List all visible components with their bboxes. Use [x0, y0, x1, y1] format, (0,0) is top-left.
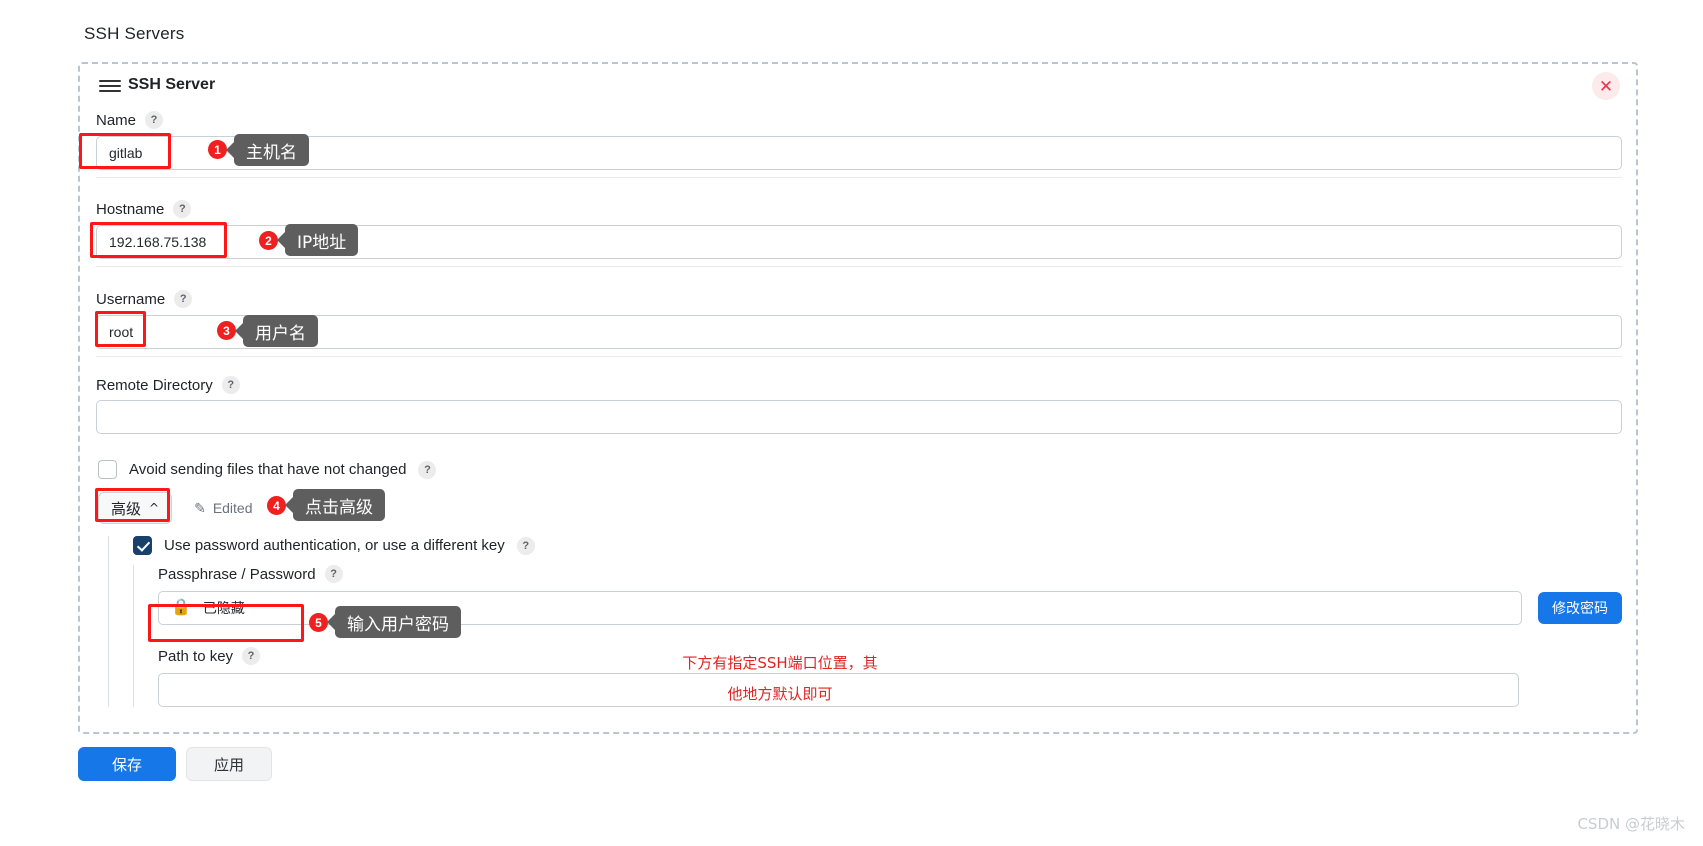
lock-icon: 🔒 [171, 599, 191, 616]
hostname-help-icon[interactable]: ? [173, 200, 192, 218]
path-to-key-label-text: Path to key [158, 647, 234, 665]
use-password-auth-help-icon[interactable]: ? [516, 536, 535, 555]
page-title: SSH Servers [84, 24, 185, 43]
annotation-callout-4: 点击高级 [285, 489, 385, 521]
advanced-toggle-label: 高级 [111, 499, 142, 518]
panel-header: SSH Server ✕ [80, 64, 1636, 112]
divider-2 [96, 266, 1622, 267]
ssh-server-panel: SSH Server ✕ Name ? Hostname ? Username … [78, 62, 1638, 734]
save-button[interactable]: 保存 [78, 747, 176, 781]
change-password-button[interactable]: 修改密码 [1538, 592, 1622, 624]
hostname-label-text: Hostname [96, 200, 165, 218]
username-input[interactable] [96, 315, 1622, 349]
divider-1 [96, 177, 1622, 178]
watermark: CSDN @花晓木 [1577, 815, 1685, 833]
use-password-auth-checkbox[interactable] [133, 536, 152, 555]
pencil-icon: ✎ [194, 499, 206, 516]
annotation-callout-2: IP地址 [276, 224, 359, 256]
avoid-sending-checkbox[interactable] [98, 460, 117, 479]
close-icon[interactable]: ✕ [1592, 72, 1620, 100]
hamburger-icon[interactable] [99, 77, 121, 95]
passphrase-help-icon[interactable]: ? [324, 565, 343, 583]
annotation-callout-3: 用户名 [235, 315, 318, 347]
avoid-sending-help-icon[interactable]: ? [418, 460, 437, 479]
remote-directory-help-icon[interactable]: ? [221, 376, 240, 394]
username-label: Username ? [96, 290, 193, 308]
annotation-badge-5: 5 [309, 613, 328, 632]
use-password-auth-label: Use password authentication, or use a di… [164, 537, 505, 554]
red-note: 下方有指定SSH端口位置，其 他地方默认即可 [660, 648, 900, 710]
advanced-toggle-button[interactable]: 高级 ^ [98, 492, 173, 524]
use-password-auth-row[interactable]: Use password authentication, or use a di… [133, 536, 1622, 555]
advanced-row: 高级 ^ ✎ Edited [98, 492, 253, 524]
apply-button[interactable]: 应用 [186, 747, 272, 781]
passphrase-value: 已隐藏 [202, 600, 245, 616]
username-label-text: Username [96, 290, 166, 308]
annotation-badge-4: 4 [267, 496, 286, 515]
red-note-line-2: 他地方默认即可 [727, 685, 833, 703]
remote-directory-label-text: Remote Directory [96, 376, 213, 394]
hostname-label: Hostname ? [96, 200, 192, 218]
red-note-line-1: 下方有指定SSH端口位置，其 [682, 654, 878, 672]
passphrase-label-text: Passphrase / Password [158, 565, 316, 583]
annotation-badge-2: 2 [259, 231, 278, 250]
annotation-badge-3: 3 [217, 321, 236, 340]
passphrase-label: Passphrase / Password ? [158, 565, 1622, 583]
edited-indicator: ✎ Edited [194, 500, 252, 517]
annotation-callout-1: 主机名 [226, 134, 309, 166]
annotation-badge-1: 1 [208, 140, 227, 159]
username-help-icon[interactable]: ? [174, 290, 193, 308]
name-label-text: Name [96, 111, 137, 129]
remote-directory-label: Remote Directory ? [96, 376, 240, 394]
name-input[interactable] [96, 136, 1622, 170]
annotation-callout-5: 输入用户密码 [327, 606, 461, 638]
divider-3 [96, 356, 1622, 357]
name-help-icon[interactable]: ? [145, 111, 164, 129]
name-label: Name ? [96, 111, 164, 129]
panel-title: SSH Server [128, 76, 216, 93]
path-to-key-help-icon[interactable]: ? [242, 647, 261, 665]
chevron-up-icon: ^ [149, 501, 160, 515]
screenshot-root: SSH Servers SSH Server ✕ Name ? Hostname… [0, 0, 1703, 846]
avoid-sending-label: Avoid sending files that have not change… [129, 461, 407, 478]
edited-label: Edited [212, 500, 253, 516]
avoid-sending-row[interactable]: Avoid sending files that have not change… [98, 460, 437, 479]
remote-directory-input[interactable] [96, 400, 1622, 434]
